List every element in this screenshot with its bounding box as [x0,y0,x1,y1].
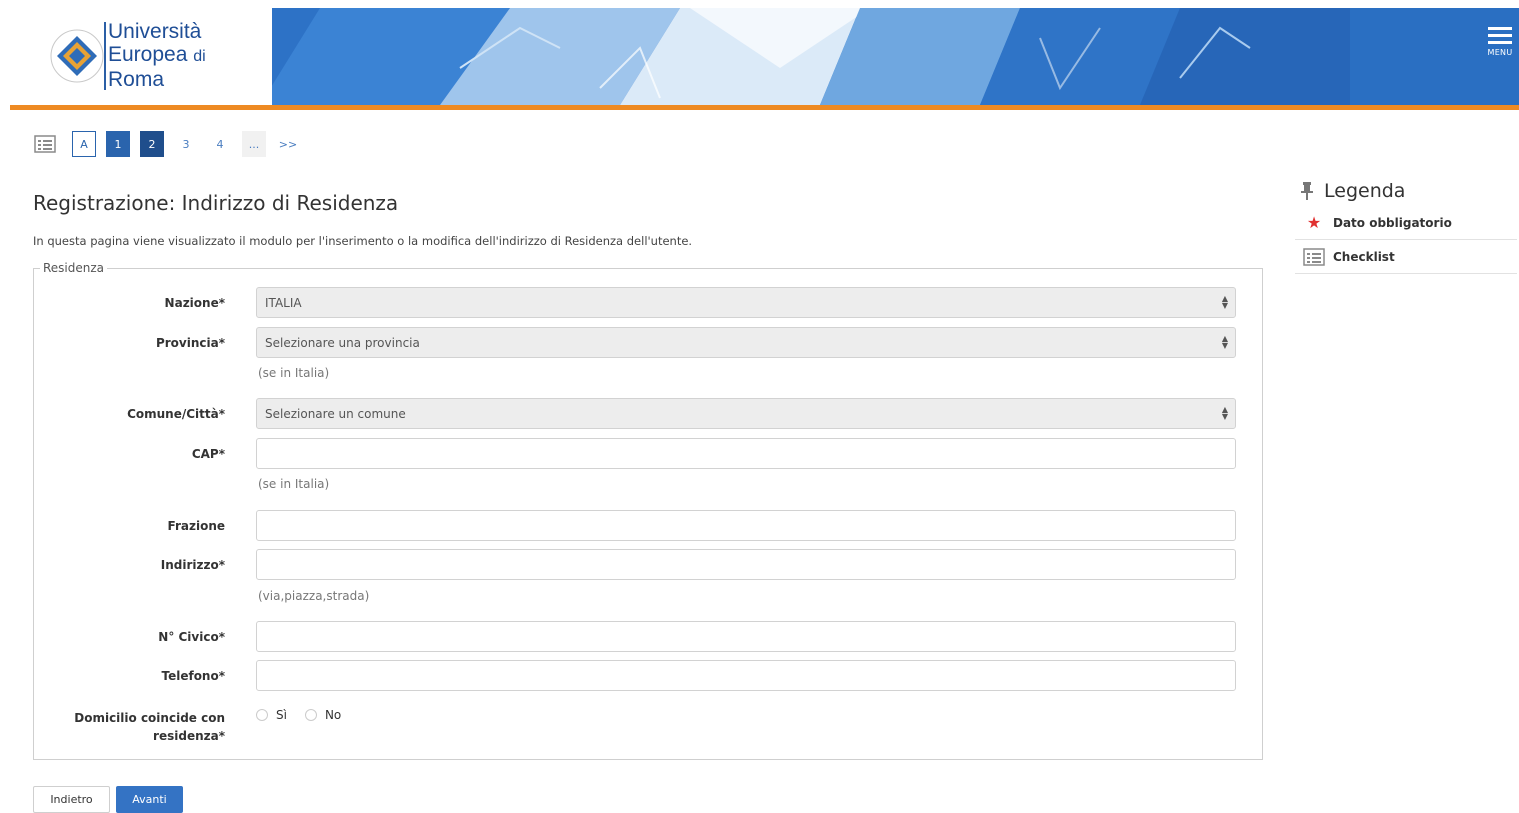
radio-si-label[interactable]: Sì [276,708,287,722]
select-arrows-icon: ▲ ▼ [1221,405,1228,421]
comune-value: Selezionare un comune [265,406,406,421]
step-4[interactable]: 4 [208,131,232,157]
page-description: In questa pagina viene visualizzato il m… [33,234,693,248]
site-header: Università Europea di Roma MENU [10,8,1519,105]
frazione-input[interactable] [256,510,1236,541]
step-more[interactable]: ... [242,131,266,157]
fieldset-legend: Residenza [40,261,108,275]
legend-panel: Legenda ★ Dato obbligatorio Checklist [1295,176,1517,274]
logo-line-3: Roma [108,68,165,91]
legend-checklist[interactable]: Checklist [1295,240,1517,274]
provincia-select[interactable]: Selezionare una provincia ▲ ▼ [256,327,1236,358]
civico-input[interactable] [256,621,1236,652]
cap-input[interactable] [256,438,1236,469]
cap-label: CAP* [191,447,225,461]
legend-header: Legenda [1300,176,1517,206]
step-2[interactable]: 2 [140,131,164,157]
header-accent-line [10,105,1519,110]
provincia-value: Selezionare una provincia [265,335,420,350]
comune-label: Comune/Città* [127,407,225,421]
legend-required: ★ Dato obbligatorio [1295,206,1517,240]
legend-required-label: Dato obbligatorio [1333,215,1452,230]
indirizzo-input[interactable] [256,549,1236,580]
nazione-select[interactable]: ITALIA ▲ ▼ [256,287,1236,318]
step-3[interactable]: 3 [174,131,198,157]
legend-checklist-label: Checklist [1333,249,1395,264]
indirizzo-hint: (via,piazza,strada) [258,589,370,603]
logo-text: Università Europea di Roma [108,20,206,91]
provincia-hint: (se in Italia) [258,366,330,380]
select-arrows-icon: ▲ ▼ [1221,294,1228,310]
telefono-input[interactable] [256,660,1236,691]
nazione-value: ITALIA [265,295,302,310]
step-next-page[interactable]: >> [276,131,300,157]
frazione-label: Frazione [167,519,225,533]
provincia-label: Provincia* [155,336,225,350]
pin-icon [1301,182,1313,200]
radio-no[interactable] [304,709,317,721]
logo-divider [104,22,106,90]
radio-si[interactable] [256,709,268,721]
radio-no-label[interactable]: No [325,708,341,722]
page-title: Registrazione: Indirizzo di Residenza [33,191,399,215]
indirizzo-label: Indirizzo* [160,558,225,572]
select-arrows-icon: ▲ ▼ [1221,334,1228,350]
step-pager: A 1 2 3 4 ... >> [34,131,310,157]
checklist-icon [1303,247,1325,266]
telefono-label: Telefono* [161,669,225,683]
step-1[interactable]: 1 [106,131,130,157]
university-logo[interactable]: Università Europea di Roma [10,8,272,105]
back-button[interactable]: Indietro [33,786,110,813]
cap-hint: (se in Italia) [258,477,330,491]
required-star-icon: ★ [1306,213,1322,232]
domicilio-radio-group: Sì No [256,708,359,722]
logo-line-2: Europea di [108,43,206,66]
menu-label: MENU [1487,48,1513,57]
legend-title: Legenda [1324,180,1406,202]
logo-line-1: Università [108,20,202,43]
domicilio-label: Domicilio coincide con residenza* [74,711,225,743]
next-button[interactable]: Avanti [116,786,183,813]
hamburger-icon [1488,27,1512,30]
university-emblem-icon [50,29,104,83]
header-banner-image [260,8,1350,105]
menu-button[interactable]: MENU [1483,25,1517,69]
comune-select[interactable]: Selezionare un comune ▲ ▼ [256,398,1236,429]
civico-label: N° Civico* [158,630,225,644]
step-a[interactable]: A [72,131,96,157]
list-icon[interactable] [34,134,56,154]
nazione-label: Nazione* [164,296,225,310]
